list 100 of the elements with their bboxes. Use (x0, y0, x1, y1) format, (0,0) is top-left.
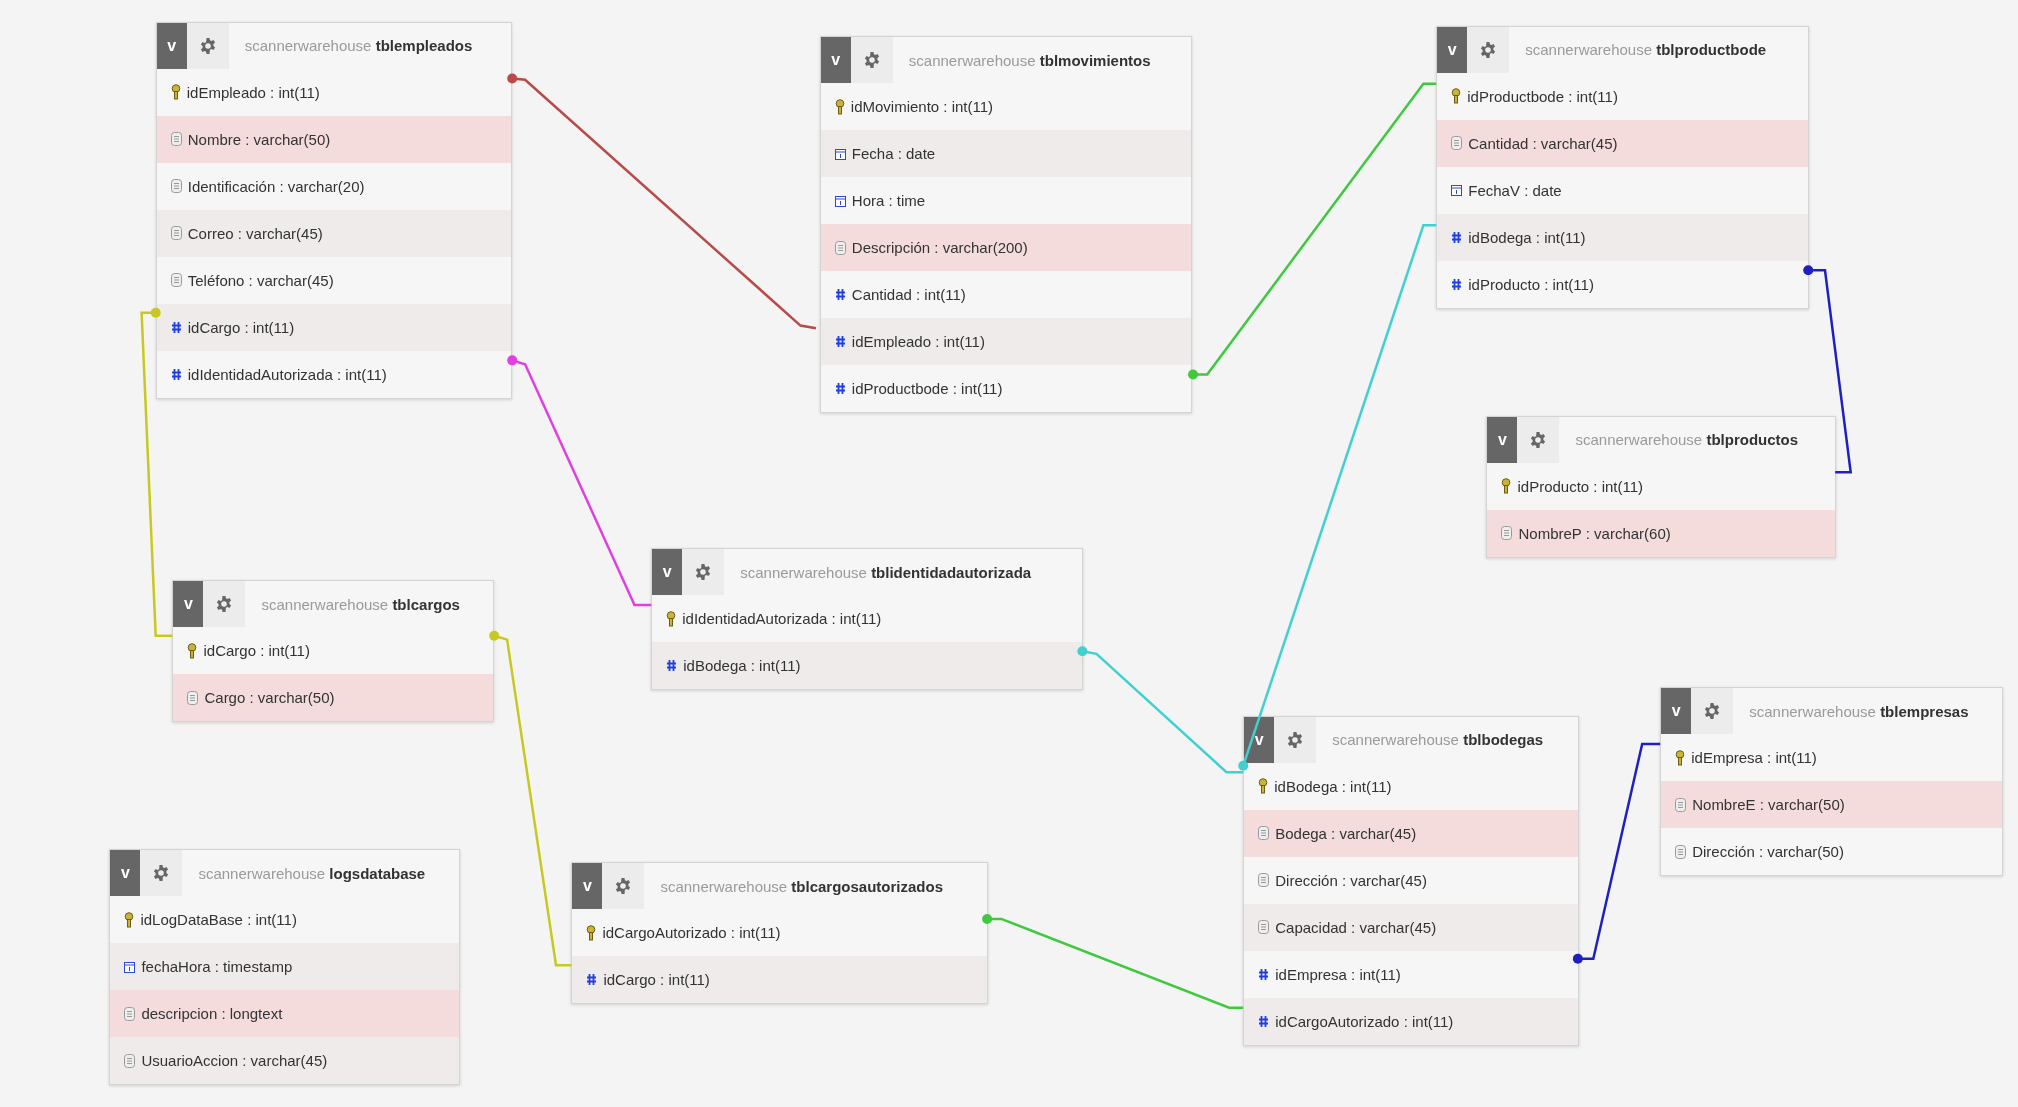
column-label: idProductbode : int(11) (1467, 87, 1618, 105)
column-row[interactable]: Descripción : varchar(200) (820, 224, 1192, 272)
column-row[interactable]: Cantidad : varchar(45) (1437, 119, 1808, 167)
settings-button[interactable] (1274, 716, 1317, 763)
column-row[interactable]: Teléfono : varchar(45) (156, 256, 511, 304)
column-row[interactable]: Nombre : varchar(50) (156, 115, 511, 163)
column-row[interactable]: idCargo : int(11) (173, 627, 493, 675)
column-row[interactable]: idEmpleado : int(11) (156, 68, 511, 116)
column-row[interactable]: idLogDataBase : int(11) (110, 896, 460, 944)
collapse-button[interactable]: v (1244, 716, 1275, 763)
key-icon (1258, 778, 1269, 795)
column-row[interactable]: Capacidad : varchar(45) (1244, 903, 1578, 951)
collapse-button[interactable]: v (652, 549, 683, 596)
settings-button[interactable] (602, 863, 645, 910)
column-row[interactable]: Correo : varchar(45) (156, 209, 511, 257)
collapse-button[interactable]: v (1437, 26, 1468, 73)
table-title: scannerwarehouse tblempresas (1748, 702, 1970, 720)
column-row[interactable]: idEmpleado : int(11) (820, 318, 1192, 366)
settings-button[interactable] (1467, 26, 1510, 73)
column-label: idEmpleado : int(11) (186, 83, 320, 101)
settings-button[interactable] (682, 549, 725, 596)
key-icon (170, 84, 181, 101)
column-row[interactable]: idProductbode : int(11) (1437, 72, 1808, 120)
column-row[interactable]: Cargo : varchar(50) (173, 674, 493, 722)
column-label: Correo : varchar(45) (187, 224, 323, 242)
hash-icon (1258, 967, 1270, 981)
column-row[interactable]: Identificación : varchar(20) (156, 162, 511, 210)
column-row[interactable]: idEmpresa : int(11) (1661, 734, 2003, 782)
settings-button[interactable] (1517, 416, 1560, 463)
column-row[interactable]: Cantidad : int(11) (820, 271, 1192, 319)
column-label: Capacidad : varchar(45) (1275, 918, 1437, 936)
column-row[interactable]: idProducto : int(11) (1487, 462, 1835, 510)
settings-button[interactable] (140, 850, 183, 897)
calendar-icon (124, 960, 136, 973)
column-label: idProducto : int(11) (1468, 275, 1594, 293)
column-row[interactable]: Bodega : varchar(45) (1244, 809, 1578, 857)
column-label: idBodega : int(11) (1468, 228, 1586, 246)
column-row[interactable]: idMovimiento : int(11) (820, 83, 1192, 131)
text-field-icon (170, 132, 182, 147)
column-label: idProducto : int(11) (1517, 477, 1644, 495)
column-label: NombreE : varchar(50) (1692, 796, 1845, 814)
column-label: Bodega : varchar(45) (1275, 824, 1417, 842)
column-row[interactable]: idIdentidadAutorizada : int(11) (156, 350, 511, 398)
settings-button[interactable] (850, 37, 893, 84)
settings-button[interactable] (1691, 688, 1734, 735)
column-row[interactable]: idBodega : int(11) (1437, 213, 1808, 261)
calendar-icon (834, 147, 846, 160)
text-field-icon (170, 273, 182, 288)
collapse-button[interactable]: v (156, 22, 187, 69)
column-row[interactable]: idProductbode : int(11) (820, 365, 1192, 413)
column-row[interactable]: FechaV : date (1437, 166, 1808, 214)
key-icon (586, 924, 597, 941)
column-row[interactable]: NombreE : varchar(50) (1661, 781, 2003, 829)
settings-icon (1286, 730, 1305, 749)
column-row[interactable]: idIdentidadAutorizada : int(11) (652, 595, 1083, 643)
column-row[interactable]: Dirección : varchar(50) (1661, 828, 2003, 876)
column-row[interactable]: fechaHora : timestamp (110, 943, 460, 991)
column-label: idCargo : int(11) (187, 318, 295, 336)
collapse-button[interactable]: v (1661, 688, 1692, 735)
collapse-button[interactable]: v (173, 581, 204, 628)
collapse-button[interactable]: v (572, 863, 603, 910)
collapse-button[interactable]: v (110, 850, 141, 897)
column-row[interactable]: idCargo : int(11) (572, 956, 987, 1004)
column-row[interactable]: idCargo : int(11) (156, 303, 511, 351)
column-row[interactable]: idCargoAutorizado : int(11) (572, 909, 987, 957)
column-row[interactable]: Dirección : varchar(45) (1244, 856, 1578, 904)
column-row[interactable]: idProducto : int(11) (1437, 260, 1808, 308)
text-field-icon (170, 179, 182, 194)
settings-button[interactable] (203, 581, 246, 628)
column-row[interactable]: Hora : time (820, 177, 1192, 225)
column-label: Cargo : varchar(50) (204, 689, 335, 707)
column-row[interactable]: idEmpresa : int(11) (1244, 950, 1578, 998)
column-label: idCargoAutorizado : int(11) (1275, 1012, 1454, 1030)
column-row[interactable]: idBodega : int(11) (652, 642, 1083, 690)
column-row[interactable]: UsuarioAccion : varchar(45) (110, 1037, 460, 1085)
column-row[interactable]: descripcion : longtext (110, 990, 460, 1038)
hash-icon (586, 973, 598, 987)
column-row[interactable]: idCargoAutorizado : int(11) (1244, 997, 1578, 1045)
column-label: Cantidad : varchar(45) (1468, 134, 1618, 152)
settings-icon (1703, 702, 1722, 721)
settings-button[interactable] (186, 22, 229, 69)
text-field-icon (1258, 873, 1270, 888)
column-label: Hora : time (851, 192, 926, 210)
column-label: idCargo : int(11) (603, 971, 710, 989)
column-row[interactable]: Fecha : date (820, 130, 1192, 178)
table-title: scannerwarehouse tblproductbode (1524, 41, 1768, 59)
column-label: Descripción : varchar(200) (851, 239, 1028, 257)
column-label: Nombre : varchar(50) (187, 130, 331, 148)
settings-icon (1479, 40, 1498, 59)
column-label: Fecha : date (851, 145, 936, 163)
collapse-button[interactable]: v (820, 37, 851, 84)
hash-icon (170, 320, 182, 334)
column-row[interactable]: idBodega : int(11) (1244, 762, 1578, 810)
text-field-icon (1258, 920, 1270, 935)
column-label: descripcion : longtext (141, 1005, 283, 1023)
column-label: idMovimiento : int(11) (850, 98, 994, 116)
column-label: FechaV : date (1468, 181, 1562, 199)
column-row[interactable]: NombreP : varchar(60) (1487, 509, 1835, 557)
collapse-button[interactable]: v (1487, 416, 1518, 463)
column-label: UsuarioAccion : varchar(45) (141, 1052, 328, 1070)
